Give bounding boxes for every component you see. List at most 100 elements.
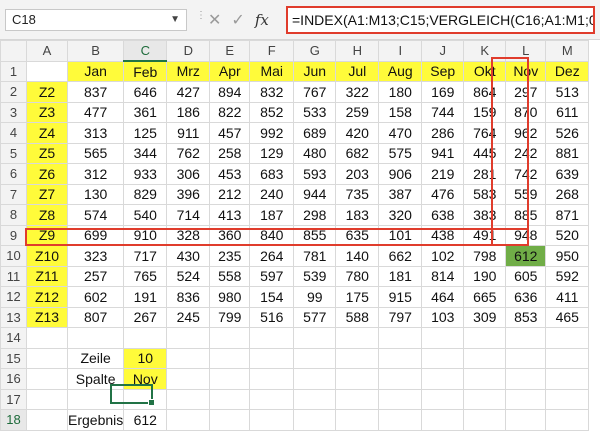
column-header-a[interactable]: A — [26, 40, 68, 62]
cell-i7[interactable]: 387 — [378, 183, 423, 205]
cell-b15[interactable]: Zeile — [66, 347, 125, 369]
cell-a16[interactable] — [26, 368, 68, 390]
cell-c10[interactable]: 717 — [123, 245, 168, 267]
cell-g6[interactable]: 593 — [293, 163, 337, 185]
x-icon[interactable]: ✕ — [208, 10, 221, 30]
cell-d14[interactable] — [166, 327, 211, 349]
cell-g16[interactable] — [293, 368, 337, 390]
cell-f10[interactable]: 264 — [249, 245, 295, 267]
cell-d13[interactable]: 245 — [166, 306, 211, 328]
cell-c9[interactable]: 910 — [123, 224, 168, 246]
cell-d12[interactable]: 836 — [166, 286, 211, 308]
cell-i15[interactable] — [378, 347, 423, 369]
cell-a9[interactable]: Z9 — [26, 224, 68, 246]
cell-f2[interactable]: 832 — [249, 81, 295, 103]
cell-l2[interactable]: 297 — [505, 81, 547, 103]
cell-j15[interactable] — [421, 347, 465, 369]
cell-e17[interactable] — [209, 388, 251, 410]
cell-d10[interactable]: 430 — [166, 245, 211, 267]
chevron-down-icon[interactable]: ▼ — [170, 10, 180, 30]
cell-f8[interactable]: 187 — [249, 204, 295, 226]
cell-b5[interactable]: 565 — [66, 142, 125, 164]
cell-e9[interactable]: 360 — [209, 224, 251, 246]
cell-d15[interactable] — [166, 347, 211, 369]
cell-c7[interactable]: 829 — [123, 183, 168, 205]
column-header-k[interactable]: K — [463, 40, 507, 62]
row-header-1[interactable]: 1 — [0, 60, 27, 82]
cell-m16[interactable] — [545, 368, 590, 390]
cell-h12[interactable]: 175 — [335, 286, 380, 308]
cell-b10[interactable]: 323 — [66, 245, 125, 267]
cell-j17[interactable] — [421, 388, 465, 410]
cell-b8[interactable]: 574 — [66, 204, 125, 226]
cell-d8[interactable]: 714 — [166, 204, 211, 226]
cell-h2[interactable]: 322 — [335, 81, 380, 103]
cell-c17[interactable] — [123, 388, 168, 410]
cell-j7[interactable]: 476 — [421, 183, 465, 205]
cell-i18[interactable] — [378, 409, 423, 431]
cell-b4[interactable]: 313 — [66, 122, 125, 144]
cell-e10[interactable]: 235 — [209, 245, 251, 267]
cell-l4[interactable]: 962 — [505, 122, 547, 144]
cell-d17[interactable] — [166, 388, 211, 410]
column-header-c[interactable]: C — [123, 40, 168, 62]
cell-f3[interactable]: 852 — [249, 101, 295, 123]
cell-c14[interactable] — [123, 327, 168, 349]
cell-l9[interactable]: 948 — [505, 224, 547, 246]
row-header-8[interactable]: 8 — [0, 204, 27, 226]
cell-e5[interactable]: 258 — [209, 142, 251, 164]
cell-a1[interactable] — [26, 60, 68, 82]
cell-g8[interactable]: 298 — [293, 204, 337, 226]
cell-l8[interactable]: 885 — [505, 204, 547, 226]
cell-d6[interactable]: 306 — [166, 163, 211, 185]
cell-m18[interactable] — [545, 409, 590, 431]
cell-i6[interactable]: 906 — [378, 163, 423, 185]
cell-c16[interactable]: Nov — [123, 368, 168, 390]
column-header-l[interactable]: L — [505, 40, 547, 62]
cell-b2[interactable]: 837 — [66, 81, 125, 103]
cell-a14[interactable] — [26, 327, 68, 349]
cell-i8[interactable]: 320 — [378, 204, 423, 226]
cell-j2[interactable]: 169 — [421, 81, 465, 103]
cell-g13[interactable]: 577 — [293, 306, 337, 328]
cell-d1[interactable]: Mrz — [166, 60, 211, 82]
cell-m6[interactable]: 639 — [545, 163, 590, 185]
cell-i5[interactable]: 575 — [378, 142, 423, 164]
cell-g4[interactable]: 689 — [293, 122, 337, 144]
cell-b9[interactable]: 699 — [66, 224, 125, 246]
cell-m15[interactable] — [545, 347, 590, 369]
cell-d2[interactable]: 427 — [166, 81, 211, 103]
column-header-d[interactable]: D — [166, 40, 211, 62]
cell-g11[interactable]: 539 — [293, 265, 337, 287]
cell-f1[interactable]: Mai — [249, 60, 295, 82]
row-header-13[interactable]: 13 — [0, 306, 27, 328]
row-header-11[interactable]: 11 — [0, 265, 27, 287]
cell-m17[interactable] — [545, 388, 590, 410]
cell-m14[interactable] — [545, 327, 590, 349]
cell-g12[interactable]: 99 — [293, 286, 337, 308]
cell-a7[interactable]: Z7 — [26, 183, 68, 205]
cell-l3[interactable]: 870 — [505, 101, 547, 123]
cell-a2[interactable]: Z2 — [26, 81, 68, 103]
cell-l18[interactable] — [505, 409, 547, 431]
cell-m3[interactable]: 611 — [545, 101, 590, 123]
cell-a13[interactable]: Z13 — [26, 306, 68, 328]
formula-input[interactable]: =INDEX(A1:M13;C15;VERGLEICH(C16;A1:M1;0)… — [286, 6, 595, 34]
check-icon[interactable]: ✓ — [231, 10, 244, 30]
cell-e16[interactable] — [209, 368, 251, 390]
cell-a15[interactable] — [26, 347, 68, 369]
cell-b6[interactable]: 312 — [66, 163, 125, 185]
cell-m11[interactable]: 592 — [545, 265, 590, 287]
cell-j9[interactable]: 438 — [421, 224, 465, 246]
cell-i16[interactable] — [378, 368, 423, 390]
column-header-h[interactable]: H — [335, 40, 380, 62]
cell-a8[interactable]: Z8 — [26, 204, 68, 226]
cell-i14[interactable] — [378, 327, 423, 349]
column-header-g[interactable]: G — [293, 40, 337, 62]
cell-m13[interactable]: 465 — [545, 306, 590, 328]
cell-l15[interactable] — [505, 347, 547, 369]
cell-m7[interactable]: 268 — [545, 183, 590, 205]
cell-g9[interactable]: 855 — [293, 224, 337, 246]
row-header-17[interactable]: 17 — [0, 388, 27, 410]
cell-j3[interactable]: 744 — [421, 101, 465, 123]
